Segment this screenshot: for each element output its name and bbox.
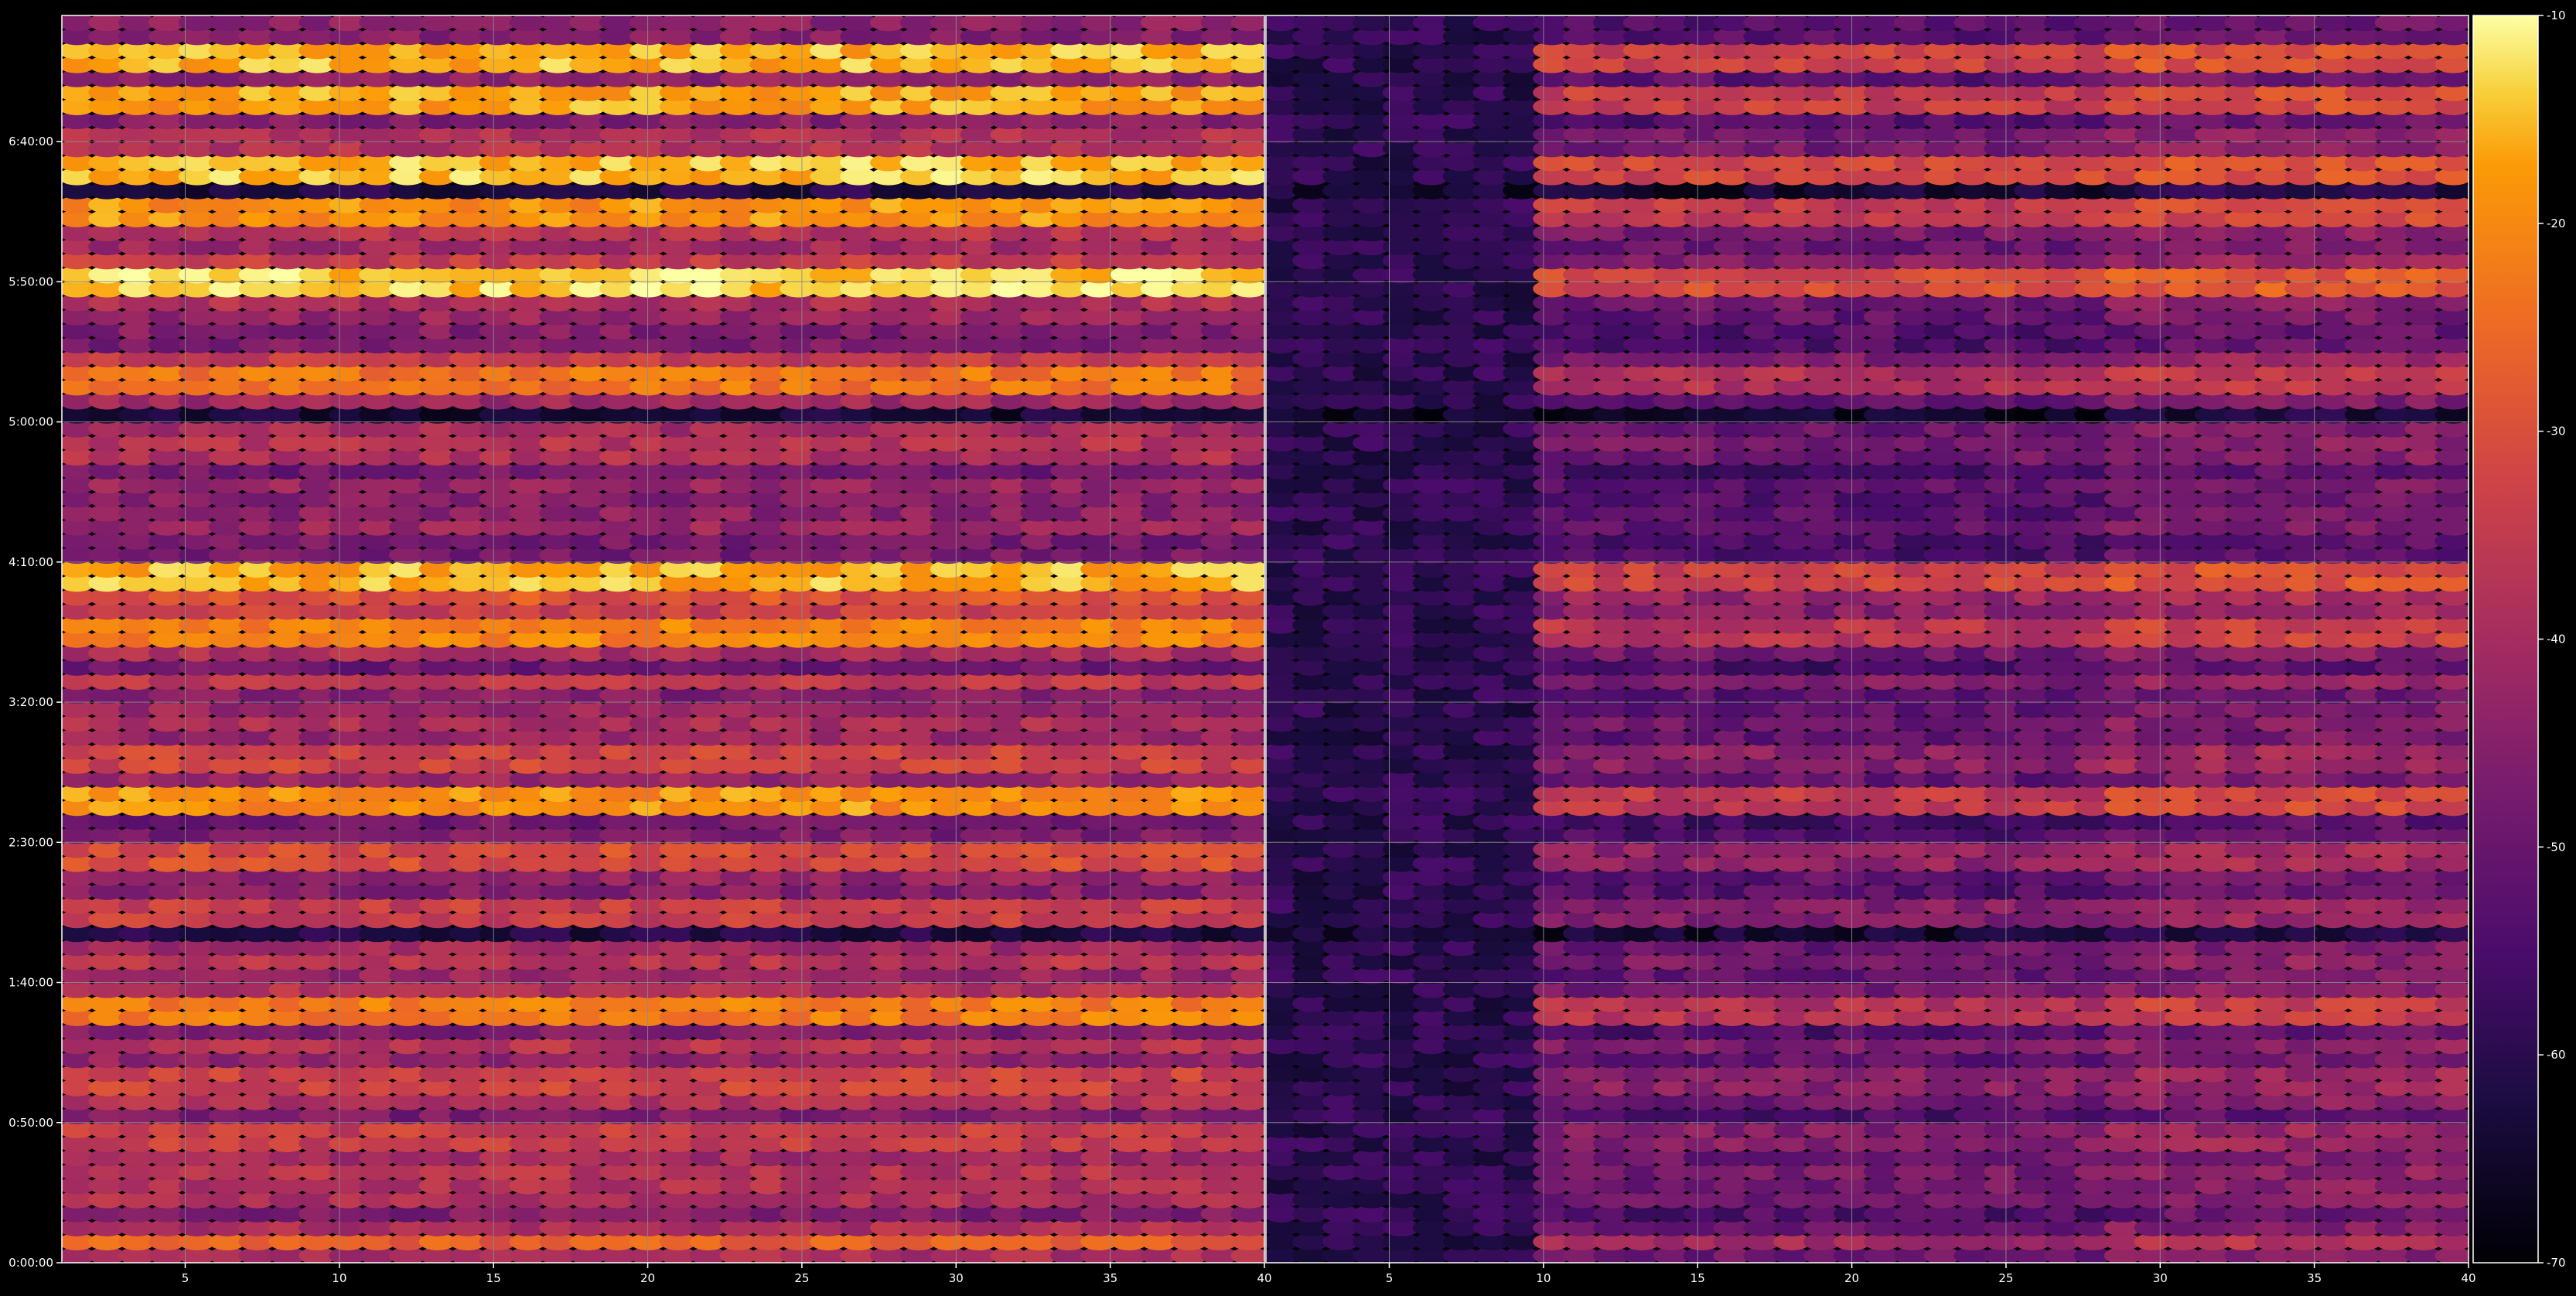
heatmap-chart: 5 10 15 20 25 30 35 40 5 10 15 20 25 30 35 40 0:00:00 0:… xyxy=(0,0,2576,1293)
heatmap-cell xyxy=(1230,15,1264,32)
panel-left-cells xyxy=(62,15,1264,1263)
chart-canvas: 5 10 15 20 25 30 35 40 5 10 15 20 25 30 35 40 0:00:000:… xyxy=(9,9,2565,1285)
panel-right-cells xyxy=(1266,15,2469,1263)
